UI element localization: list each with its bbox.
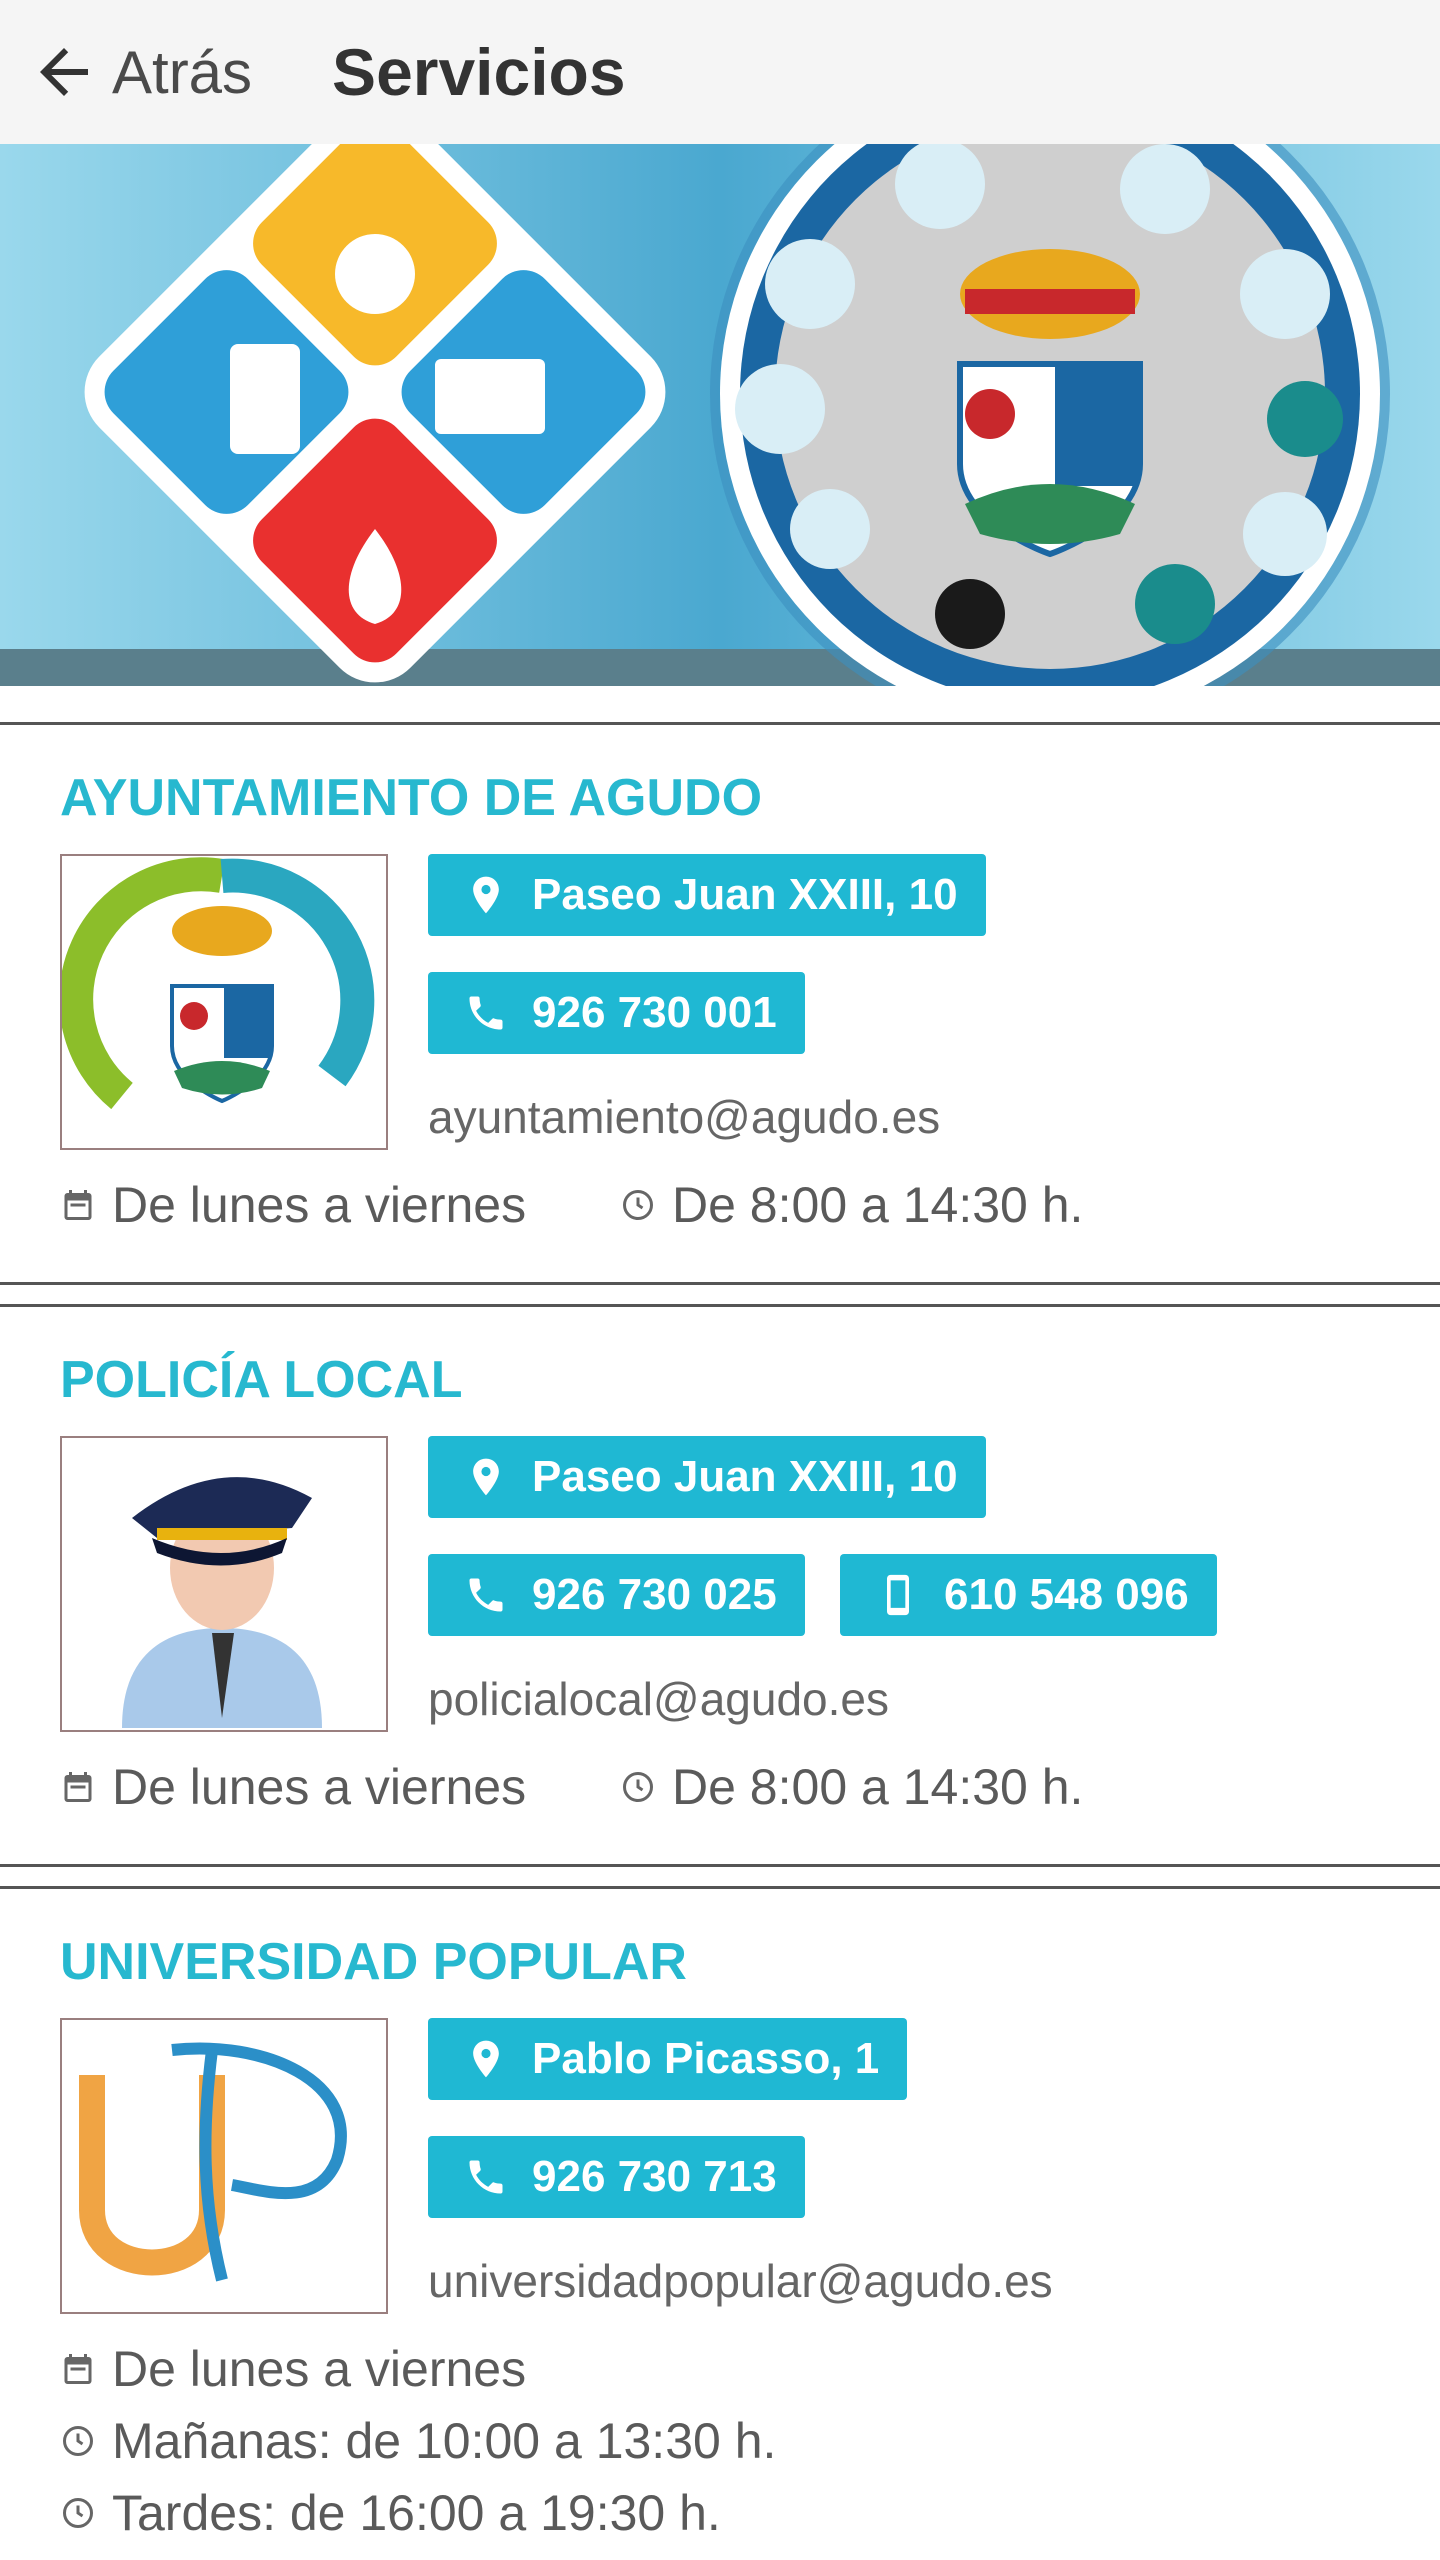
hours-label: De 8:00 a 14:30 h. [672,1759,1084,1815]
schedule-hours: De 8:00 a 14:30 h. [620,1176,1083,1234]
schedule-afternoon: Tardes: de 16:00 a 19:30 h. [60,2484,721,2542]
universidad-popular-logo [60,2018,388,2314]
divider [0,1886,1440,1889]
phone-button[interactable]: 926 730 713 [428,2136,805,2218]
location-pin-icon [464,1453,508,1501]
phone-label: 926 730 025 [532,1570,777,1619]
address-label: Paseo Juan XXIII, 10 [532,1452,958,1501]
phone-button[interactable]: 926 730 001 [428,972,805,1054]
address-label: Paseo Juan XXIII, 10 [532,870,958,919]
hours-label: De 8:00 a 14:30 h. [672,1177,1084,1233]
schedule-days: De lunes a viernes [60,2340,526,2398]
service-title: AYUNTAMIENTO DE AGUDO [60,769,763,827]
calendar-icon [64,2354,92,2384]
phone-button[interactable]: 926 730 025 [428,1554,805,1636]
calendar-icon [64,1772,92,1802]
service-title: UNIVERSIDAD POPULAR [60,1933,687,1991]
divider [0,1864,1440,1867]
address-button[interactable]: Paseo Juan XXIII, 10 [428,854,986,936]
ayuntamiento-logo [60,854,388,1150]
address-label: Pablo Picasso, 1 [532,2034,880,2083]
location-pin-icon [464,871,508,919]
divider [0,1282,1440,1285]
calendar-icon [64,1190,92,1220]
afternoon-hours-label: Tardes: de 16:00 a 19:30 h. [112,2485,721,2541]
email-link[interactable]: policialocal@agudo.es [428,1672,889,1726]
schedule-hours: De 8:00 a 14:30 h. [620,1758,1083,1816]
location-pin-icon [464,2035,508,2083]
mobile-phone-icon [876,1571,920,1619]
schedule-days: De lunes a viernes [60,1176,526,1234]
mobile-label: 610 548 096 [944,1570,1189,1619]
back-label: Atrás [112,38,253,106]
divider [0,722,1440,725]
divider [0,1304,1440,1307]
policia-avatar [60,1436,388,1732]
email-link[interactable]: ayuntamiento@agudo.es [428,1090,940,1144]
page-title: Servicios [332,35,626,109]
address-button[interactable]: Paseo Juan XXIII, 10 [428,1436,986,1518]
back-button[interactable]: Atrás [28,36,252,108]
address-button[interactable]: Pablo Picasso, 1 [428,2018,908,2100]
days-label: De lunes a viernes [112,2341,527,2397]
top-bar: Atrás Servicios [0,0,1440,145]
service-title: POLICÍA LOCAL [60,1351,463,1409]
arrow-left-icon [40,48,88,96]
phone-label: 926 730 713 [532,2152,777,2201]
clock-icon [63,2426,93,2456]
phone-icon [464,989,508,1037]
phone-label: 926 730 001 [532,988,777,1037]
days-label: De lunes a viernes [112,1177,527,1233]
clock-icon [63,2498,93,2528]
services-banner-image [0,144,1440,686]
phone-icon [464,1571,508,1619]
morning-hours-label: Mañanas: de 10:00 a 13:30 h. [112,2413,777,2469]
email-link[interactable]: universidadpopular@agudo.es [428,2254,1053,2308]
mobile-button[interactable]: 610 548 096 [840,1554,1217,1636]
clock-icon [623,1190,653,1220]
schedule-morning: Mañanas: de 10:00 a 13:30 h. [60,2412,776,2470]
clock-icon [623,1772,653,1802]
schedule-days: De lunes a viernes [60,1758,526,1816]
days-label: De lunes a viernes [112,1759,527,1815]
phone-icon [464,2153,508,2201]
